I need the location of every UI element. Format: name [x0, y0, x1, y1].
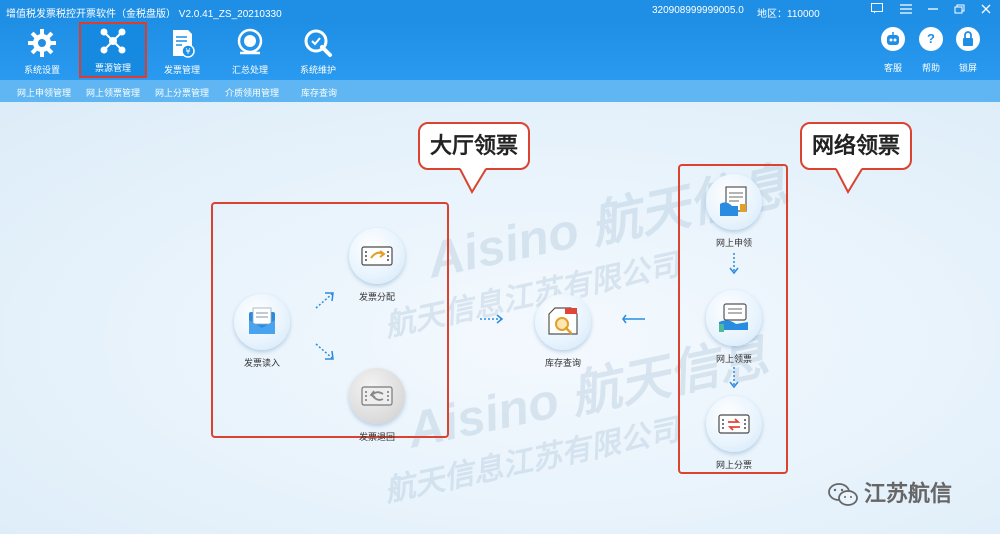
- distribute-ticket-icon: [718, 414, 750, 434]
- menu-online-distribute-management[interactable]: 网上分票管理: [155, 86, 209, 99]
- customer-service-label: 客服: [883, 63, 902, 73]
- wechat-icon: [828, 483, 858, 507]
- node-label: 发票读入: [243, 358, 280, 368]
- robot-icon: [881, 27, 905, 51]
- envelope-icon: [249, 307, 275, 334]
- hall-ticket-title: 大厅领票: [429, 133, 518, 158]
- tax-summary-icon: [237, 28, 263, 55]
- callout-tail: [835, 168, 863, 194]
- title-bar: 增值税发票税控开票软件（金税盘版） V2.0.41_ZS_20210330 32…: [0, 0, 1000, 22]
- workflow-canvas: Aisino 航天信息 航天信息江苏有限公司 Aisino 航天信息 航天信息江…: [0, 102, 1000, 534]
- help-button[interactable]: ? 帮助: [913, 27, 949, 74]
- arrow-right-icon: [480, 314, 504, 324]
- help-icon: ?: [919, 27, 943, 51]
- region-code: 地区：110000: [757, 9, 820, 20]
- menu-inventory-query[interactable]: 库存查询: [301, 86, 337, 99]
- menu-online-receive-management[interactable]: 网上领票管理: [86, 86, 140, 99]
- online-apply-node[interactable]: 网上申领: [694, 174, 774, 249]
- menu-media-usage-management[interactable]: 介质领用管理: [225, 86, 279, 99]
- lock-screen-button[interactable]: 锁屏: [950, 27, 986, 74]
- toolbar-system-maintenance[interactable]: 系统维护: [286, 24, 350, 76]
- inventory-search-icon: [548, 307, 578, 335]
- arrow-left-icon: [622, 314, 645, 324]
- callout-tail: [459, 168, 487, 194]
- ticket-return-icon: [361, 386, 393, 406]
- invoice-return-node[interactable]: 发票退回: [337, 368, 417, 443]
- arrow-down-right-icon: [315, 343, 334, 360]
- brand-text: 江苏航信: [864, 481, 953, 506]
- close-icon[interactable]: [975, 2, 997, 20]
- sub-menu-bar: 网上申领管理 网上领票管理 网上分票管理 介质领用管理 库存查询: [0, 80, 1000, 102]
- customer-service-button[interactable]: 客服: [875, 27, 911, 74]
- restore-icon[interactable]: [949, 2, 971, 20]
- network-icon: [100, 28, 126, 54]
- toolbar-label: 系统维护: [299, 65, 336, 75]
- wrench-icon: [304, 29, 332, 57]
- toolbar-system-settings[interactable]: 系统设置: [10, 24, 74, 76]
- node-label: 网上领票: [715, 354, 752, 364]
- toolbar-label: 汇总处理: [231, 65, 268, 75]
- app-title: 增值税发票税控开票软件（金税盘版） V2.0.41_ZS_20210330: [6, 9, 282, 20]
- node-label: 库存查询: [544, 358, 581, 368]
- menu-icon[interactable]: [895, 2, 917, 20]
- node-label: 发票退回: [358, 432, 395, 442]
- node-label: 网上申领: [715, 238, 752, 248]
- toolbar-invoice-management[interactable]: ¥ 发票管理: [150, 24, 214, 76]
- node-label: 网上分票: [715, 460, 752, 470]
- invoice-icon: ¥: [173, 30, 195, 58]
- arrow-down-icon: [729, 253, 739, 275]
- toolbar-summary[interactable]: 汇总处理: [218, 24, 282, 76]
- svg-text:¥: ¥: [185, 47, 190, 56]
- toolbar-label: 票源管理: [94, 63, 131, 73]
- node-label: 发票分配: [358, 292, 395, 302]
- hall-ticket-callout: 大厅领票: [418, 122, 530, 194]
- invoice-read-in-node[interactable]: 发票读入: [222, 294, 302, 369]
- invoice-allocate-node[interactable]: 发票分配: [337, 228, 417, 303]
- receive-ticket-icon: [719, 303, 748, 332]
- arrow-up-right-icon: [315, 292, 334, 309]
- toolbar-label: 系统设置: [23, 65, 60, 75]
- online-distribute-node[interactable]: 网上分票: [694, 396, 774, 471]
- minimize-icon[interactable]: [922, 2, 944, 20]
- arrow-down-icon: [729, 367, 739, 389]
- gear-icon: [28, 29, 56, 57]
- lock-screen-label: 锁屏: [958, 63, 977, 73]
- menu-online-apply-management[interactable]: 网上申领管理: [17, 86, 71, 99]
- online-receive-node[interactable]: 网上领票: [694, 290, 774, 365]
- ticket-allocate-icon: [361, 246, 393, 266]
- main-toolbar: 系统设置 票源管理 ¥ 发票管理 汇总处理 系统维护 客服 ? 帮助 锁屏: [0, 22, 1000, 80]
- toolbar-label: 发票管理: [163, 65, 200, 75]
- message-icon[interactable]: [866, 2, 888, 20]
- lock-icon: [956, 27, 980, 51]
- tax-number: 320908999999005.0: [652, 5, 744, 16]
- inventory-query-node[interactable]: 库存查询: [523, 294, 603, 369]
- help-label: 帮助: [921, 63, 940, 73]
- network-ticket-callout: 网络领票: [800, 122, 912, 194]
- apply-form-icon: [720, 186, 747, 216]
- toolbar-ticket-source[interactable]: 票源管理: [79, 22, 147, 78]
- network-ticket-title: 网络领票: [811, 133, 900, 158]
- brand-watermark: 江苏航信: [828, 476, 952, 508]
